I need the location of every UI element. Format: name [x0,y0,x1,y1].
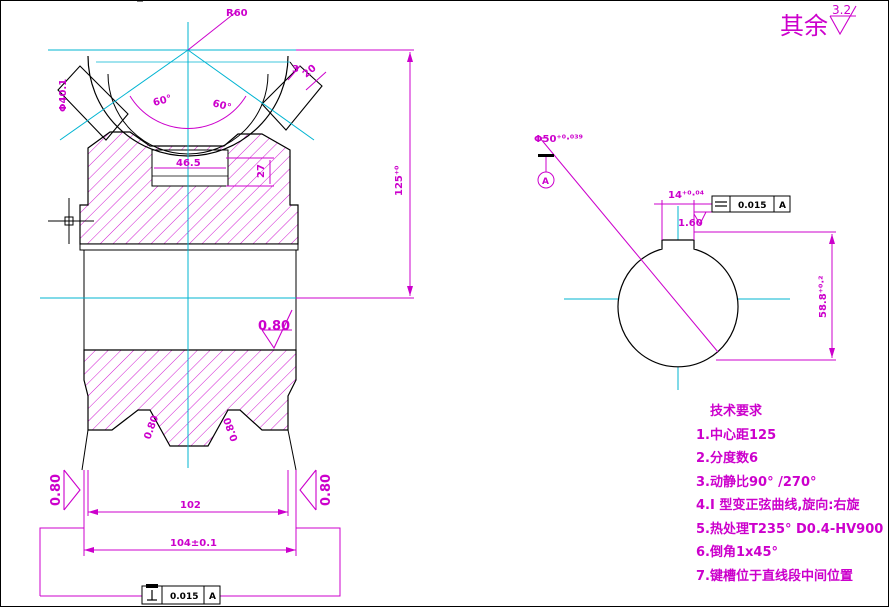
flatness-datum: A [209,592,216,602]
bore-diameter-label: Φ50⁺⁰·⁰³⁹ [534,134,583,145]
angle-right-label: 60° [211,98,232,114]
key-roughness-label: 1.60 [678,218,703,229]
roughness-left-label: 0.80 [49,474,64,506]
frame-tab [146,584,158,588]
finish-mark-symbol: 3.2 [829,3,857,36]
note-item: 3.动静比90° /270° [696,474,817,490]
outer-width-label: 104±0.1 [170,538,217,549]
arrow-left-inner [88,509,98,515]
key-arrow-up [829,234,835,244]
finish-mark-value: 3.2 [832,3,851,17]
note-item: 4.Ⅰ 型变正弦曲线,旋向:右旋 [696,498,860,513]
note-item: 6.倒角1x45° [696,545,779,560]
tol-leader-right [220,527,341,597]
bore [83,249,297,351]
key-arrow-down [829,348,835,358]
width-label: 20 [301,63,319,80]
datum-label: A [542,177,549,187]
end-view: Φ50⁺⁰·⁰³⁹ A 14⁺⁰·⁰⁴ 1.60 58.8⁺⁰·² 0.015 … [534,134,836,390]
arrow-down [407,286,413,296]
section-view: R60 60° 60° 3 20 Φ40.1 46.5 27 125⁺⁰ 0.8… [39,8,414,605]
note-item: 7.键槽位于直线段中间位置 [696,568,853,584]
chamfer-label: 3 [292,64,299,75]
lower-right-edge [287,429,297,471]
datum-bar [538,154,554,157]
bore-top-band [79,243,299,251]
arrow-up [407,52,413,62]
finish-mark-text: 其余 [780,12,828,40]
parallel-value: 0.015 [738,201,766,211]
parallel-datum: A [779,201,786,211]
keyway-width-label: 46.5 [176,158,201,169]
angle-left-label: 60° [152,93,173,109]
lower-body-section [83,349,297,447]
arrow-left-outer [84,547,94,553]
height-label: 125⁺⁰ [394,165,405,196]
diameter-label: Φ40.1 [58,79,69,112]
roughness-right-symbol [299,469,317,511]
arrow-right-inner [278,509,288,515]
lower-left-edge [81,429,89,471]
cone-right-label: 0.80 [222,416,241,443]
note-item: 5.热处理T235° D0.4-HV900 [696,521,884,537]
radius-label: R60 [226,8,248,19]
key-depth-label: 58.8⁺⁰·² [818,275,829,318]
upper-body-section [79,131,299,245]
tol-leader-left [39,527,84,552]
note-item: 2.分度数6 [696,451,759,466]
notes-title: 技术要求 [710,404,763,419]
keyway-depth-label: 27 [256,164,267,178]
roughness-right-label: 0.80 [319,474,334,506]
technical-requirements: 技术要求 1.中心距125 2.分度数6 3.动静比90° /270° 4.Ⅰ … [696,400,883,588]
roughness-bore-label: 0.80 [258,319,290,334]
inner-width-label: 102 [180,500,201,511]
cone-left-label: 0.80 [142,414,161,441]
key-width-label: 14⁺⁰·⁰⁴ [668,190,704,201]
note-item: 1.中心距125 [696,427,777,443]
flatness-value: 0.015 [170,592,198,602]
arrow-right-outer [286,547,296,553]
roughness-left-symbol [63,469,81,511]
